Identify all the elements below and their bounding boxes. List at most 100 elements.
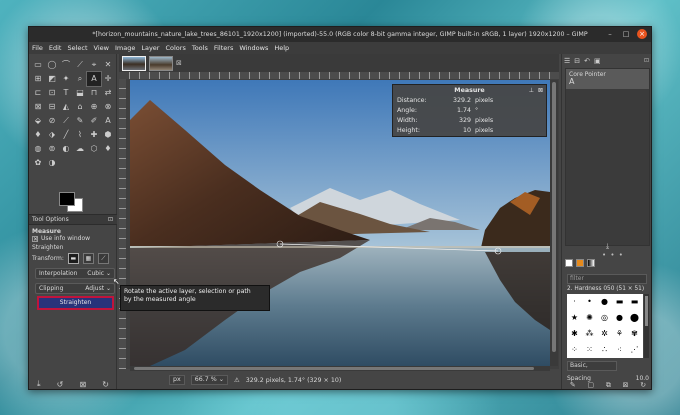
menu-select[interactable]: Select: [67, 42, 87, 54]
tool-button-27[interactable]: ✎: [73, 114, 87, 128]
brush-item[interactable]: ⚘: [612, 326, 627, 342]
transform-layer-button[interactable]: ▬: [67, 253, 79, 264]
horizontal-scroll-thumb[interactable]: [134, 367, 534, 370]
tool-button-5[interactable]: ✕: [101, 58, 115, 72]
brush-item[interactable]: ●: [612, 310, 627, 326]
tool-button-15[interactable]: ⬓: [73, 86, 87, 100]
tool-button-3[interactable]: ⟋: [73, 58, 87, 72]
tool-button-9[interactable]: ⌕: [73, 72, 87, 86]
menu-colors[interactable]: Colors: [165, 42, 185, 54]
clipping-select[interactable]: Clipping Adjust ⌄: [35, 283, 115, 294]
brush-item[interactable]: ∴: [597, 342, 612, 358]
brush-item[interactable]: ⁙: [582, 342, 597, 358]
tool-button-2[interactable]: ⌒: [59, 58, 73, 72]
close-button[interactable]: ×: [637, 29, 647, 39]
brush-item[interactable]: ⁘: [567, 342, 582, 358]
menu-tools[interactable]: Tools: [192, 42, 208, 54]
brush-item[interactable]: ⋰: [627, 342, 642, 358]
tab-tool-options-icon[interactable]: ☰: [564, 57, 570, 65]
tool-button-30[interactable]: ♦: [31, 128, 45, 142]
tool-button-39[interactable]: ☁: [73, 142, 87, 156]
tool-button-20[interactable]: ◭: [59, 100, 73, 114]
brush-preset-select[interactable]: Basic,: [567, 361, 617, 371]
use-info-window-option[interactable]: ✕ Use info window: [32, 235, 90, 242]
tool-button-42[interactable]: ✿: [31, 156, 45, 170]
measure-info-window[interactable]: Measure ⊥ ⊠ Distance: 329.2 pixels Angle…: [392, 84, 547, 137]
delete-options-icon[interactable]: ⊠: [79, 380, 86, 389]
tool-button-21[interactable]: ⌂: [73, 100, 87, 114]
minimize-button[interactable]: –: [605, 29, 615, 39]
brush-item[interactable]: ●: [597, 294, 612, 310]
tool-button-31[interactable]: ⬗: [45, 128, 59, 142]
vertical-scrollbar[interactable]: [550, 80, 558, 366]
image-tab-2[interactable]: [149, 55, 173, 71]
tool-button-6[interactable]: ⊞: [31, 72, 45, 86]
horizontal-scrollbar[interactable]: [130, 366, 550, 371]
tab-device-status-icon[interactable]: ⊟: [574, 57, 580, 65]
zoom-select[interactable]: 66.7 % ⌄: [190, 375, 229, 385]
delete-brush-icon[interactable]: ⊠: [623, 381, 629, 389]
reset-options-icon[interactable]: ↻: [102, 380, 109, 389]
duplicate-brush-icon[interactable]: ⧉: [606, 381, 611, 389]
brush-grid[interactable]: · • ● ▬ ▬ ★ ✺ ◎ ● ⬤ ✱ ⁂ ✲ ⚘ ✾ ⁘ ⁙ ∴ ⁖ ⋰: [567, 294, 643, 358]
tab-brushes-icon[interactable]: [565, 259, 573, 267]
restore-options-icon[interactable]: ↺: [57, 380, 64, 389]
tool-button-11[interactable]: ✛: [101, 72, 115, 86]
tool-button-26[interactable]: ⟋: [59, 114, 73, 128]
tool-options-tab[interactable]: Tool Options ⊡: [29, 214, 117, 225]
brush-item[interactable]: ✺: [582, 310, 597, 326]
tool-button-35[interactable]: ⬢: [101, 128, 115, 142]
tool-button-28[interactable]: ✐: [87, 114, 101, 128]
interpolation-select[interactable]: Interpolation Cubic ⌄: [35, 268, 115, 279]
tab-images-icon[interactable]: ▣: [594, 57, 601, 65]
tool-button-36[interactable]: ◍: [31, 142, 45, 156]
tool-button-25[interactable]: ⊘: [45, 114, 59, 128]
tool-button-18[interactable]: ⊠: [31, 100, 45, 114]
menu-image[interactable]: Image: [115, 42, 135, 54]
brush-item[interactable]: ✲: [597, 326, 612, 342]
menu-edit[interactable]: Edit: [49, 42, 62, 54]
fg-bg-colors[interactable]: [59, 192, 89, 214]
tool-button-13[interactable]: ⊡: [45, 86, 59, 100]
tool-button-4[interactable]: ⌖: [87, 58, 101, 72]
brush-item[interactable]: ⁖: [612, 342, 627, 358]
tool-button-12[interactable]: ⊏: [31, 86, 45, 100]
maximize-button[interactable]: □: [621, 29, 631, 39]
tab-gradients-icon[interactable]: [587, 259, 595, 267]
brush-item[interactable]: ▬: [627, 294, 642, 310]
foreground-color-swatch[interactable]: [59, 192, 75, 206]
save-device-icon[interactable]: ⤓: [606, 242, 609, 251]
use-info-window-checkbox[interactable]: ✕: [32, 235, 38, 242]
tool-button-29[interactable]: A: [101, 114, 115, 128]
device-core-pointer[interactable]: Core Pointer A: [566, 69, 649, 89]
tool-button-23[interactable]: ⊗: [101, 100, 115, 114]
tool-button-0[interactable]: ▭: [31, 58, 45, 72]
tool-button-40[interactable]: ⬡: [87, 142, 101, 156]
tab-close-icon[interactable]: ⊠: [176, 59, 182, 67]
menu-file[interactable]: File: [32, 42, 43, 54]
brush-item[interactable]: ✾: [627, 326, 642, 342]
tool-button-16[interactable]: ⊓: [87, 86, 101, 100]
edit-brush-icon[interactable]: ✎: [570, 381, 576, 389]
transform-path-button[interactable]: ⟋: [97, 253, 109, 264]
tool-button-8[interactable]: ✦: [59, 72, 73, 86]
tab-patterns-icon[interactable]: [576, 259, 584, 267]
tool-button-41[interactable]: ♦: [101, 142, 115, 156]
menu-layer[interactable]: Layer: [141, 42, 159, 54]
tab-menu-icon[interactable]: ⊡: [108, 215, 113, 225]
tool-button-38[interactable]: ◐: [59, 142, 73, 156]
brush-item[interactable]: ·: [567, 294, 582, 310]
pin-icon[interactable]: ⊥: [529, 87, 534, 94]
tool-button-34[interactable]: ✚: [87, 128, 101, 142]
new-brush-icon[interactable]: ▢: [588, 381, 595, 389]
brush-item[interactable]: •: [582, 294, 597, 310]
close-icon[interactable]: ⊠: [538, 87, 543, 94]
tab-undo-icon[interactable]: ↶: [584, 57, 590, 65]
brush-filter-input[interactable]: filter: [567, 274, 647, 284]
refresh-brushes-icon[interactable]: ↻: [640, 381, 646, 389]
tool-button-17[interactable]: ⇄: [101, 86, 115, 100]
vertical-scroll-thumb[interactable]: [552, 82, 556, 352]
horizontal-ruler[interactable]: [129, 72, 559, 79]
brush-item[interactable]: ★: [567, 310, 582, 326]
panel-separator-handle[interactable]: • • •: [602, 251, 624, 259]
